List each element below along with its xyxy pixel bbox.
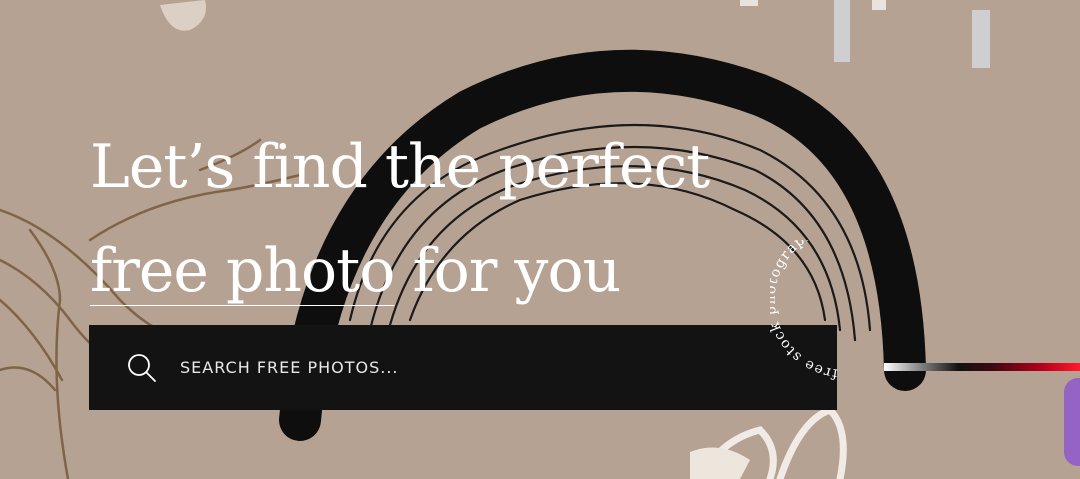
color-gradient-line: [884, 363, 1080, 371]
hero-headline: Let’s find the perfect free photo for you: [90, 115, 710, 323]
badge-text: free stock photography: [770, 240, 837, 382]
headline-line-1: Let’s find the perfect: [90, 132, 710, 202]
purple-shape: [1064, 378, 1080, 466]
svg-text:free stock photography: free stock photography: [770, 240, 839, 382]
search-bar[interactable]: [89, 325, 837, 410]
free-photo-link[interactable]: free photo: [90, 236, 395, 306]
free-stock-photography-badge: free stock photography: [770, 240, 839, 382]
headline-line-2-rest: for you: [394, 236, 621, 306]
search-input[interactable]: [178, 346, 837, 389]
search-icon[interactable]: [126, 352, 158, 384]
